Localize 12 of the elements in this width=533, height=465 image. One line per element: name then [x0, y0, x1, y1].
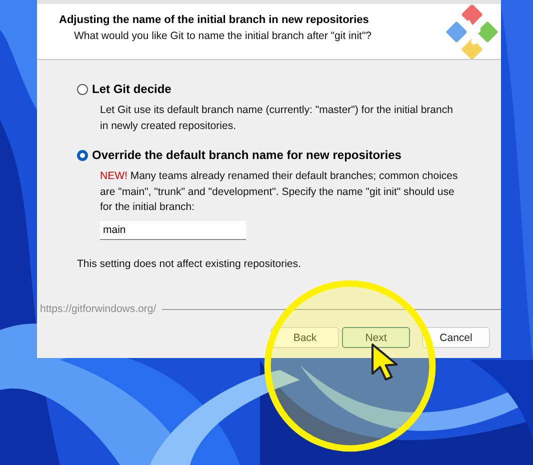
branch-name-field[interactable]: main [100, 220, 246, 240]
radio-option[interactable]: Override the default branch name for new repositories [77, 148, 402, 162]
dialog-button[interactable]: Next [342, 327, 410, 348]
dialog-button[interactable]: Back [271, 327, 339, 348]
note-text: This setting does not affect existing repositories. [77, 258, 302, 270]
dialog-button[interactable]: Cancel [422, 327, 490, 348]
option-description: NEW! Many teams already renamed their default branches; common choices are "main", "trunk" and "development". Specify the name "git init" should use for the initial branch: [99, 169, 459, 215]
option-description: Let Git use its default branch name (currently: "master") for the initial branch in newly created repositories. [99, 103, 454, 134]
page-subtitle: What would you like Git to name the initial branch after "git init"? [73, 30, 372, 42]
cursor-arrow-icon [370, 342, 400, 382]
radio-option[interactable]: Let Git decide [77, 82, 172, 96]
page-title: Adjusting the name of the initial branch in new repositories [59, 14, 370, 26]
